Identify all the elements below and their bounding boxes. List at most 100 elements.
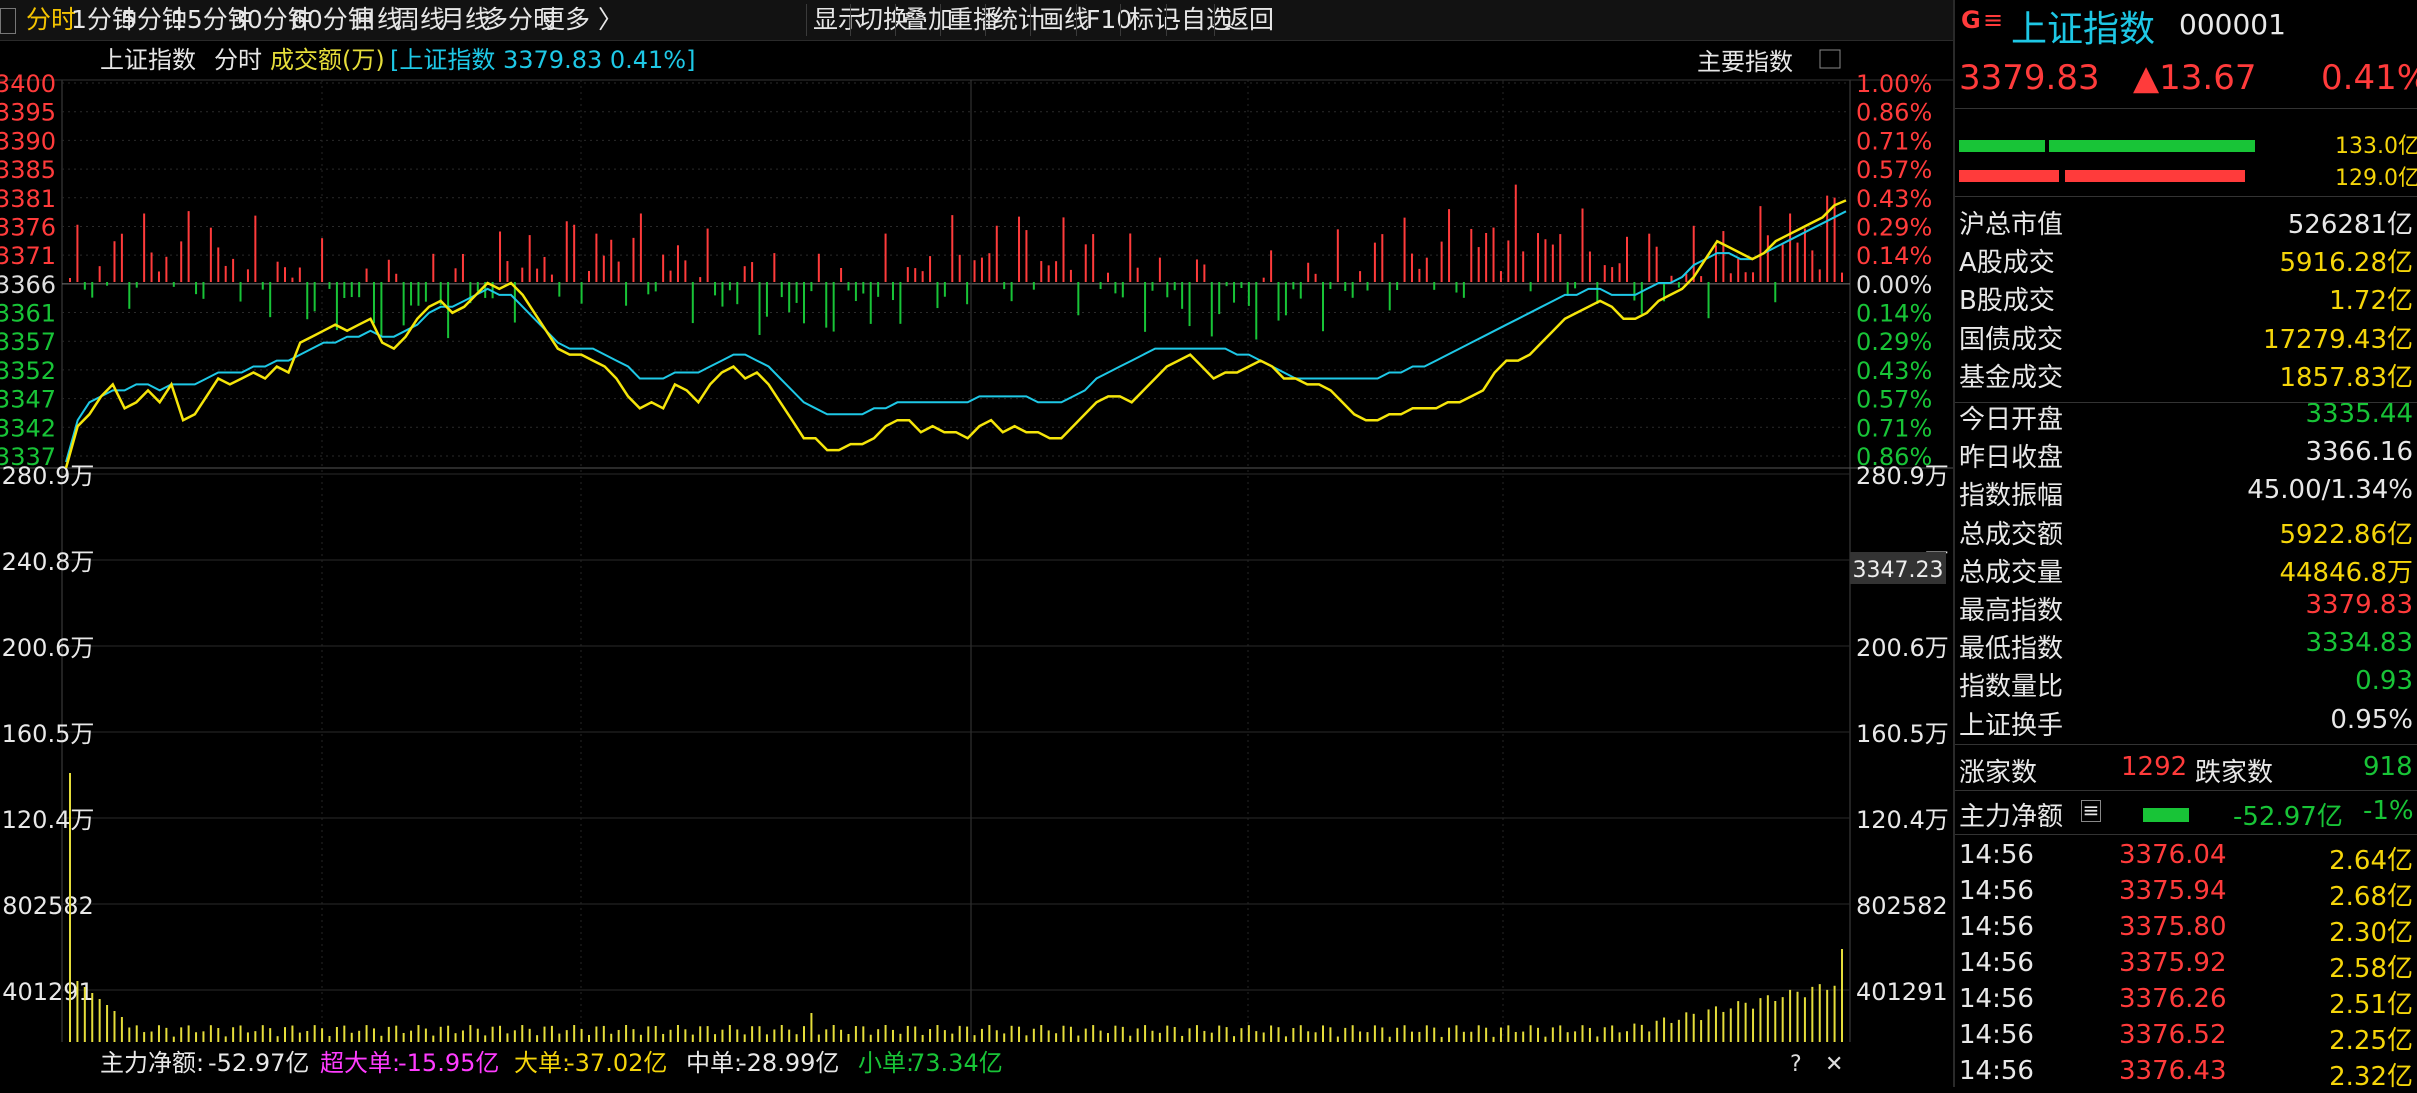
mid-order-label: 中单: xyxy=(686,1049,742,1077)
toolbar-divider xyxy=(806,4,807,36)
stat-label: 基金成交 xyxy=(1959,362,2064,393)
stat-label: 今日开盘 xyxy=(1959,405,2064,435)
pct-axis-label: 0.86% xyxy=(1856,99,1932,127)
toolbar-divider xyxy=(1120,4,1121,36)
advancers-count: 1292 xyxy=(2121,752,2188,782)
tick-volume: 2.51亿 xyxy=(2329,990,2413,1020)
close-icon[interactable]: ✕ xyxy=(1825,1052,1843,1077)
decliners-label: 跌家数 xyxy=(2195,758,2274,788)
tab-more[interactable]: 更多 〉 xyxy=(540,0,623,40)
price-change-pct: 0.41% xyxy=(2321,58,2417,98)
stat-value: 1.72亿 xyxy=(2329,286,2413,317)
help-icon[interactable]: ? xyxy=(1790,1052,1802,1077)
panel-toggle-icon[interactable] xyxy=(1819,49,1841,69)
volume-axis-label: 160.5万 xyxy=(1856,720,1949,748)
stat-label: 上证换手 xyxy=(1959,710,2064,741)
divider xyxy=(1955,402,2417,403)
tick-price: 3376.04 xyxy=(2119,840,2227,870)
price-axis-label: 3352 xyxy=(0,357,56,385)
list-icon[interactable]: ≡ xyxy=(2081,800,2101,822)
tick-price: 3376.52 xyxy=(2119,1020,2227,1050)
volume-axis-label: 280.9万 xyxy=(2,462,95,490)
price-axis-label: 3342 xyxy=(0,414,56,442)
stat-label: 国债成交 xyxy=(1959,324,2064,355)
tick-time: 14:56 xyxy=(1959,840,2034,870)
price-axis-label: 3357 xyxy=(0,328,56,356)
toolbar-divider xyxy=(895,4,896,36)
tab-intraday[interactable]: 分时 xyxy=(26,0,76,40)
back-button[interactable]: 返回 xyxy=(1224,0,1274,40)
pct-axis-label: 1.00% xyxy=(1856,70,1932,98)
pct-axis-label: 0.43% xyxy=(1856,185,1932,213)
replay-button[interactable]: 重播 xyxy=(948,0,998,40)
stat-label: 指数振幅 xyxy=(1959,481,2064,512)
price-axis-label: 3400 xyxy=(0,70,56,98)
divider xyxy=(1955,790,2417,791)
small-order-value: 73.34亿 xyxy=(910,1049,1003,1077)
tick-price: 3376.26 xyxy=(2119,984,2227,1014)
cursor-value: 3347.23 xyxy=(1853,558,1944,583)
overlay-button[interactable]: 叠加 xyxy=(903,0,953,40)
tick-time: 14:56 xyxy=(1959,1056,2034,1086)
volume-axis-label: 160.5万 xyxy=(2,720,95,748)
stat-value: 5916.28亿 xyxy=(2279,248,2413,279)
volume-axis-label: 802582 xyxy=(2,892,94,920)
stat-label: B股成交 xyxy=(1959,286,2055,317)
toolbar-divider xyxy=(850,4,851,36)
price-axis-label: 3395 xyxy=(0,99,56,127)
sell-volume: 129.0亿 xyxy=(2335,166,2417,191)
volume-axis-label: 200.6万 xyxy=(1856,634,1949,662)
toolbar-divider xyxy=(1076,4,1077,36)
volume-label: 成交额(万) xyxy=(270,46,385,74)
display-button[interactable]: 显示 xyxy=(813,0,863,40)
pct-axis-label: 0.71% xyxy=(1856,127,1932,155)
index-info: [上证指数 3379.83 0.41%] xyxy=(390,46,695,74)
stat-label: 最低指数 xyxy=(1959,634,2064,665)
sidebar-toggle-icon[interactable] xyxy=(0,8,16,34)
switch-button[interactable]: 切换 xyxy=(858,0,908,40)
tab-weekly[interactable]: 周线 xyxy=(395,0,445,40)
toolbar: 分时 1分钟 5分钟 15分钟 30分钟 60分钟 日线 周线 月线 多分时 更… xyxy=(0,0,1953,41)
tick-time: 14:56 xyxy=(1959,948,2034,978)
price-change: ▲13.67 xyxy=(2133,58,2257,98)
tick-price: 3375.80 xyxy=(2119,912,2227,942)
toolbar-divider xyxy=(1030,4,1031,36)
pct-axis-label: 0.71% xyxy=(1856,414,1932,442)
f10-button[interactable]: F10 xyxy=(1086,0,1132,40)
indicator-label[interactable]: 主要指数 xyxy=(1697,48,1793,76)
pct-axis-label: 0.29% xyxy=(1856,328,1932,356)
tick-price: 3375.92 xyxy=(2119,948,2227,978)
tick-volume: 2.25亿 xyxy=(2329,1026,2413,1056)
tick-volume: 2.30亿 xyxy=(2329,918,2413,948)
divider xyxy=(1955,108,2417,109)
draw-line-button[interactable]: 画线 xyxy=(1039,0,1089,40)
stat-label: A股成交 xyxy=(1959,248,2055,279)
stat-label: 指数量比 xyxy=(1959,672,2064,703)
main-flow-value: -52.97亿 xyxy=(208,1049,309,1077)
big-order-value: -37.02亿 xyxy=(566,1049,667,1077)
price-axis-label: 3390 xyxy=(0,127,56,155)
main-flow-value: -52.97亿 xyxy=(2233,802,2343,832)
intraday-chart[interactable]: 上证指数 分时 成交额(万) [上证指数 3379.83 0.41%] 主要指数 3400… xyxy=(0,40,1953,1087)
tick-volume: 2.64亿 xyxy=(2329,846,2413,876)
watchlist-button[interactable]: -自选 xyxy=(1172,0,1231,40)
tick-time: 14:56 xyxy=(1959,1020,2034,1050)
stat-label: 总成交额 xyxy=(1959,519,2064,550)
divider xyxy=(1955,744,2417,745)
pct-axis-label: 0.57% xyxy=(1856,386,1932,414)
quote-panel: G ≡ 上证指数 000001 3379.83 ▲13.67 0.41% 133… xyxy=(1953,0,2417,1092)
average-price-line xyxy=(65,210,1847,463)
toolbar-divider xyxy=(940,4,941,36)
toolbar-divider xyxy=(1166,4,1167,36)
pct-axis-label: 0.00% xyxy=(1856,271,1932,299)
price-line xyxy=(64,199,1847,469)
menu-icon[interactable]: ≡ xyxy=(1983,6,2003,34)
tick-price: 3375.94 xyxy=(2119,876,2227,906)
buy-volume: 133.0亿 xyxy=(2335,134,2417,159)
main-flow-label: 主力净额: xyxy=(100,1049,204,1077)
stat-value: 44846.8万 xyxy=(2279,557,2413,588)
statistics-button[interactable]: 统计 xyxy=(993,0,1043,40)
index-name: 上证指数 xyxy=(2011,9,2156,50)
price-axis-label: 3385 xyxy=(0,156,56,184)
stat-value: 3334.83 xyxy=(2305,628,2413,659)
